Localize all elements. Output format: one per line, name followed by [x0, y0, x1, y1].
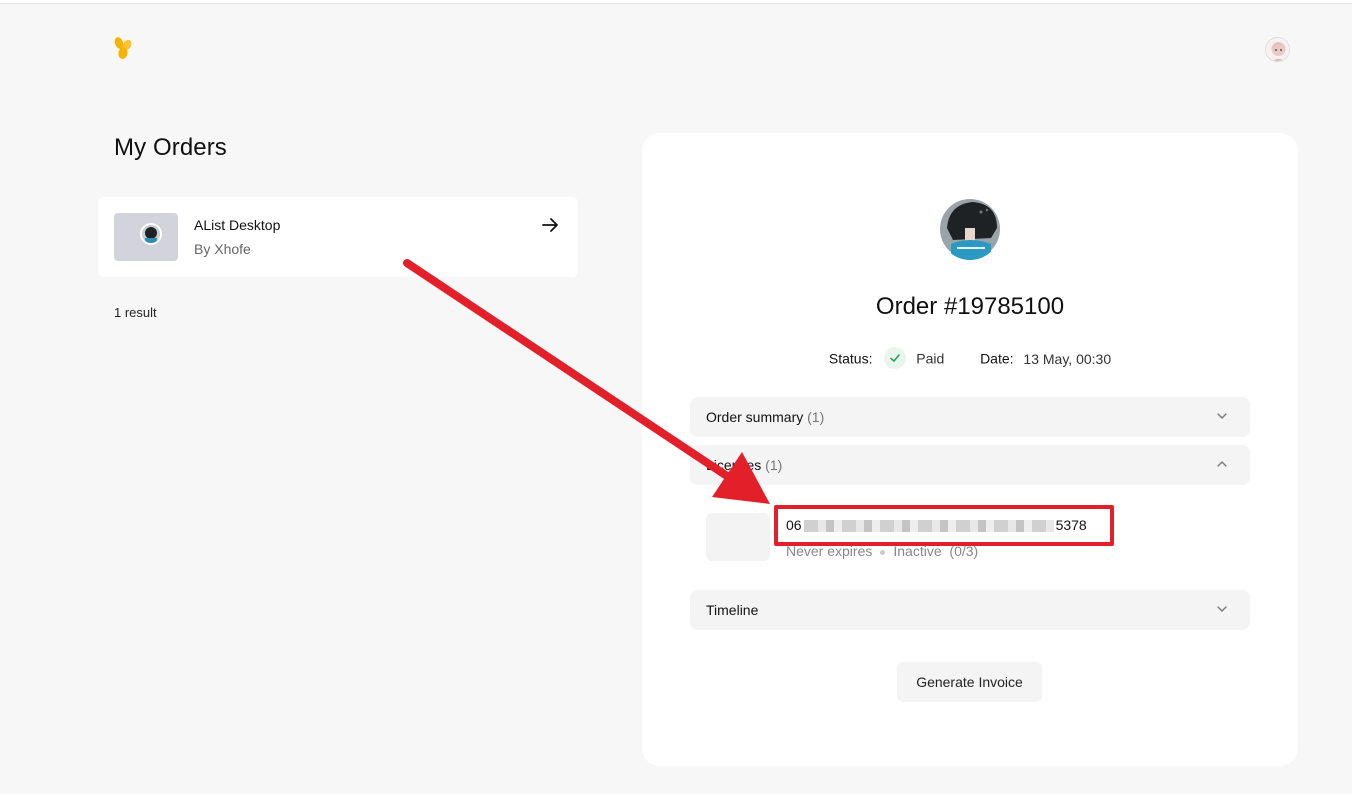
chevron-up-icon: [1217, 461, 1227, 467]
generate-invoice-button[interactable]: Generate Invoice: [897, 662, 1042, 702]
separator-dot: [880, 549, 886, 555]
accordion-timeline[interactable]: Timeline: [690, 590, 1250, 630]
status-value: Paid: [916, 350, 945, 367]
license-thumbnail: [706, 513, 770, 561]
license-expiry: Never expires: [786, 543, 873, 559]
date-value: 13 May, 00:30: [1023, 350, 1112, 367]
license-meta: Never expires Inactive (0/3): [786, 543, 978, 559]
order-detail-panel: Order #19785100 Status: Paid Date: 13 Ma…: [642, 133, 1298, 766]
user-avatar-icon[interactable]: [1265, 37, 1290, 62]
license-status: Inactive: [893, 543, 942, 559]
accordion-licenses[interactable]: Licenses (1): [690, 445, 1250, 485]
license-key[interactable]: 06 5378: [786, 517, 1087, 533]
result-count: 1 result: [114, 305, 157, 320]
license-key-suffix: 5378: [1055, 517, 1087, 533]
arrow-right-icon[interactable]: [540, 215, 560, 235]
chevron-down-icon: [1217, 606, 1227, 612]
license-activations: (0/3): [949, 543, 979, 559]
date-label: Date:: [980, 350, 1014, 367]
license-key-prefix: 06: [786, 517, 802, 533]
accordion-count: (1): [765, 457, 783, 473]
seller-avatar-icon: [140, 223, 162, 245]
page-title: My Orders: [114, 134, 227, 161]
order-number: Order #19785100: [875, 293, 1065, 320]
accordion-label: Order summary: [706, 409, 804, 425]
order-list-item[interactable]: AList Desktop By Xhofe: [98, 197, 578, 277]
order-status-row: Status: Paid Date: 13 May, 00:30: [642, 347, 1298, 371]
accordion-order-summary[interactable]: Order summary (1): [690, 397, 1250, 437]
redacted-key-block: [803, 520, 1054, 533]
flower-logo-icon[interactable]: [112, 36, 136, 62]
order-seller: By Xhofe: [194, 241, 251, 257]
chevron-down-icon: [1217, 413, 1227, 419]
order-product-name: AList Desktop: [194, 217, 281, 233]
accordion-label: Timeline: [706, 602, 759, 618]
seller-avatar-icon: [939, 198, 1001, 260]
check-icon: [884, 347, 907, 369]
status-label: Status:: [828, 350, 873, 367]
top-border: [0, 0, 1352, 4]
accordion-count: (1): [807, 409, 825, 425]
accordion-label: Licenses: [706, 457, 762, 473]
